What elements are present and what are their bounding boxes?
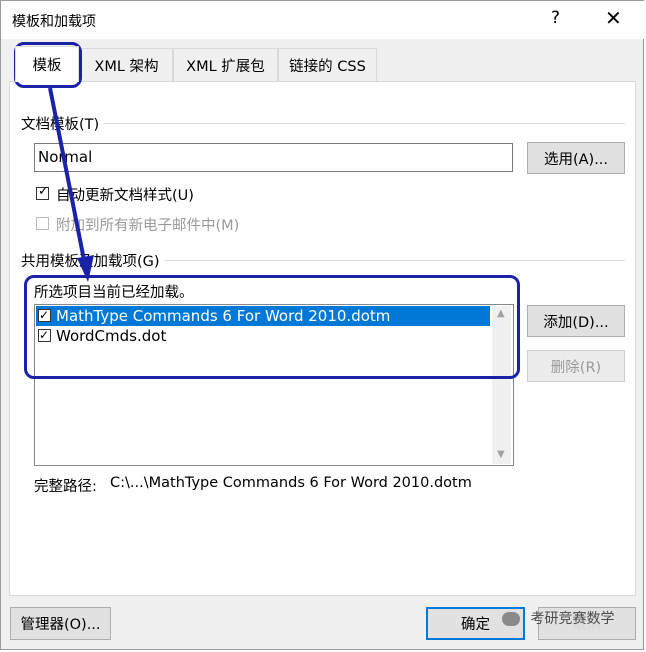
watermark-text: 考研竞赛数学 — [530, 611, 615, 627]
annotation-arrow-icon — [48, 87, 94, 282]
tab-templates-label: 模板 — [32, 58, 62, 74]
tab-templates[interactable]: 模板 — [15, 46, 79, 82]
watermark: 考研竞赛数学 — [502, 608, 614, 628]
wechat-icon — [502, 612, 520, 626]
